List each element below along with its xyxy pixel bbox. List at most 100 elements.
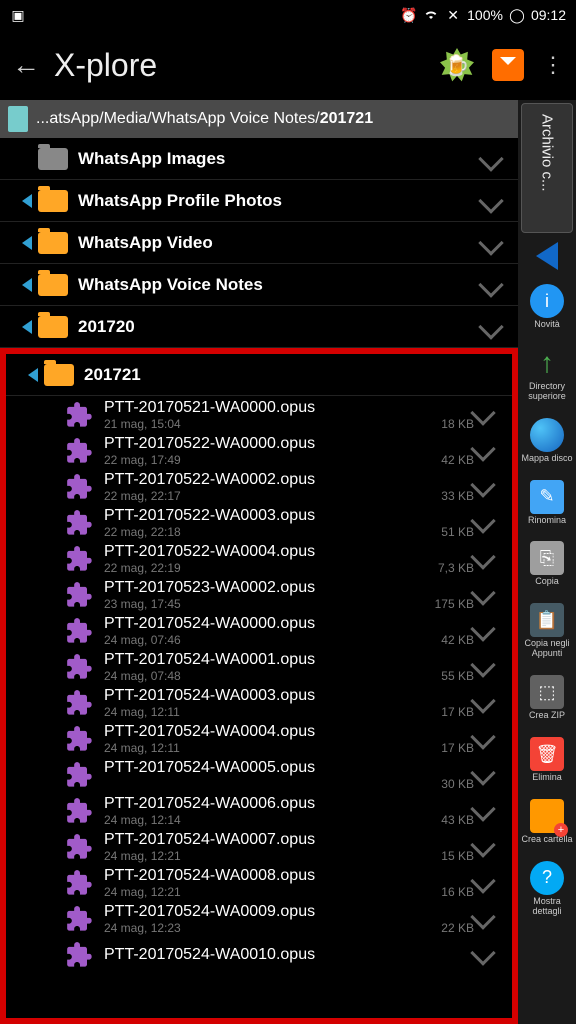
selection-highlight: 201721 PTT-20170521-WA0000.opus21 mag, 1… xyxy=(0,348,518,1024)
file-size: 16 KB xyxy=(441,885,474,899)
file-date: 22 mag, 22:18 xyxy=(104,525,181,539)
file-date: 24 mag, 12:11 xyxy=(104,741,180,755)
tool-label: Mostra dettagli xyxy=(520,897,574,917)
file-size: 22 KB xyxy=(441,921,474,935)
tree-expander-icon[interactable] xyxy=(22,320,32,334)
storage-icon xyxy=(8,106,28,132)
alarm-icon: ⏰ xyxy=(401,7,417,23)
file-size: 30 KB xyxy=(441,777,474,791)
file-row[interactable]: PTT-20170524-WA0006.opus24 mag, 12:1443 … xyxy=(6,792,512,828)
current-folder-row[interactable]: 201721 xyxy=(6,354,512,396)
file-row[interactable]: PTT-20170524-WA0003.opus24 mag, 12:1117 … xyxy=(6,684,512,720)
folder-name: WhatsApp Video xyxy=(78,233,482,253)
file-name: PTT-20170523-WA0002.opus xyxy=(104,579,504,597)
clock: 09:12 xyxy=(531,7,566,23)
file-size: 42 KB xyxy=(441,633,474,647)
tree-expander-icon[interactable] xyxy=(22,278,32,292)
file-name: PTT-20170524-WA0007.opus xyxy=(104,831,504,849)
tool-copia-negli-appunti[interactable]: 📋Copia negli Appunti xyxy=(518,595,576,667)
tool-novità[interactable]: iNovità xyxy=(518,276,576,338)
tree-expander-icon[interactable] xyxy=(22,236,32,250)
tool-crea-zip[interactable]: ⬚Crea ZIP xyxy=(518,667,576,729)
file-name: PTT-20170524-WA0010.opus xyxy=(104,946,504,964)
tool-icon: ? xyxy=(530,861,564,895)
tool-icon xyxy=(530,418,564,452)
file-date: 22 mag, 17:49 xyxy=(104,453,181,467)
tool-label: Directory superiore xyxy=(520,382,574,402)
breadcrumb-path: ...atsApp/Media/WhatsApp Voice Notes/ xyxy=(36,110,320,128)
file-size: 17 KB xyxy=(441,741,474,755)
file-row[interactable]: PTT-20170524-WA0007.opus24 mag, 12:2115 … xyxy=(6,828,512,864)
file-date: 23 mag, 17:45 xyxy=(104,597,181,611)
wifi-icon xyxy=(423,7,439,23)
tool-icon: ↑ xyxy=(530,346,564,380)
folder-row[interactable]: 201720 xyxy=(0,306,518,348)
tool-icon: 🗑 xyxy=(530,737,564,771)
file-row[interactable]: PTT-20170522-WA0000.opus22 mag, 17:4942 … xyxy=(6,432,512,468)
folder-row[interactable]: WhatsApp Images xyxy=(0,138,518,180)
tree-expander-icon[interactable] xyxy=(22,194,32,208)
file-row[interactable]: PTT-20170523-WA0002.opus23 mag, 17:45 175… xyxy=(6,576,512,612)
file-row[interactable]: PTT-20170522-WA0002.opus22 mag, 22:1733 … xyxy=(6,468,512,504)
tool-rinomina[interactable]: ✎Rinomina xyxy=(518,472,576,534)
tool-label: Mappa disco xyxy=(521,454,572,464)
tool-copia[interactable]: ⎘Copia xyxy=(518,533,576,595)
file-row[interactable]: PTT-20170524-WA0005.opus30 KB xyxy=(6,756,512,792)
folder-row[interactable]: WhatsApp Voice Notes xyxy=(0,264,518,306)
file-name: PTT-20170524-WA0009.opus xyxy=(104,903,504,921)
chevron-down-icon[interactable] xyxy=(478,146,503,171)
file-date: 24 mag, 12:21 xyxy=(104,849,181,863)
file-name: PTT-20170524-WA0000.opus xyxy=(104,615,504,633)
folder-name: WhatsApp Profile Photos xyxy=(78,191,482,211)
overflow-menu-icon[interactable]: ⋮ xyxy=(542,52,564,78)
folder-row[interactable]: WhatsApp Profile Photos xyxy=(0,180,518,222)
bookmark-icon[interactable] xyxy=(492,49,524,81)
file-row[interactable]: PTT-20170524-WA0004.opus24 mag, 12:1117 … xyxy=(6,720,512,756)
folder-name: 201721 xyxy=(84,365,504,385)
file-row[interactable]: PTT-20170524-WA0009.opus24 mag, 12:2322 … xyxy=(6,900,512,936)
file-date: 24 mag, 12:21 xyxy=(104,885,181,899)
tool-mappa-disco[interactable]: Mappa disco xyxy=(518,410,576,472)
tab-archive[interactable]: Archivio c... xyxy=(521,103,573,233)
pane-pointer-icon xyxy=(536,242,558,270)
tool-icon xyxy=(530,799,564,833)
battery-pct: 100% xyxy=(467,7,503,23)
file-name: PTT-20170521-WA0000.opus xyxy=(104,399,504,417)
no-signal-icon: ✕ xyxy=(445,7,461,23)
tool-label: Rinomina xyxy=(528,516,566,526)
file-size: 17 KB xyxy=(441,705,474,719)
file-row[interactable]: PTT-20170524-WA0008.opus24 mag, 12:2116 … xyxy=(6,864,512,900)
file-row[interactable]: PTT-20170524-WA0001.opus24 mag, 07:4855 … xyxy=(6,648,512,684)
chevron-down-icon[interactable] xyxy=(478,272,503,297)
tool-icon: ⎘ xyxy=(530,541,564,575)
tool-directory-superiore[interactable]: ↑Directory superiore xyxy=(518,338,576,410)
file-row[interactable]: PTT-20170522-WA0004.opus22 mag, 22:197,3… xyxy=(6,540,512,576)
file-date: 21 mag, 15:04 xyxy=(104,417,181,431)
file-row[interactable]: PTT-20170521-WA0000.opus21 mag, 15:0418 … xyxy=(6,396,512,432)
folder-icon xyxy=(38,274,68,296)
opus-file-icon xyxy=(66,905,94,933)
file-row[interactable]: PTT-20170524-WA0010.opus xyxy=(6,936,512,972)
opus-file-icon xyxy=(66,725,94,753)
tool-crea-cartella[interactable]: Crea cartella xyxy=(518,791,576,853)
folder-name: 201720 xyxy=(78,317,482,337)
folder-row[interactable]: WhatsApp Video xyxy=(0,222,518,264)
chevron-down-icon[interactable] xyxy=(478,188,503,213)
file-name: PTT-20170522-WA0003.opus xyxy=(104,507,504,525)
chevron-down-icon[interactable] xyxy=(478,314,503,339)
breadcrumb[interactable]: ...atsApp/Media/WhatsApp Voice Notes/201… xyxy=(0,100,518,138)
back-icon[interactable]: ← xyxy=(12,49,40,81)
file-size: 33 KB xyxy=(441,489,474,503)
tool-elimina[interactable]: 🗑Elimina xyxy=(518,729,576,791)
donate-icon[interactable]: 🍺 xyxy=(440,48,474,82)
chevron-down-icon[interactable] xyxy=(478,230,503,255)
file-row[interactable]: PTT-20170524-WA0000.opus24 mag, 07:4642 … xyxy=(6,612,512,648)
file-size: 175 KB xyxy=(435,597,474,611)
tool-mostra-dettagli[interactable]: ?Mostra dettagli xyxy=(518,853,576,925)
file-name: PTT-20170524-WA0006.opus xyxy=(104,795,504,813)
file-name: PTT-20170522-WA0004.opus xyxy=(104,543,504,561)
file-row[interactable]: PTT-20170522-WA0003.opus22 mag, 22:1851 … xyxy=(6,504,512,540)
file-name: PTT-20170524-WA0005.opus xyxy=(104,759,504,777)
tool-icon: i xyxy=(530,284,564,318)
tree-expander-icon[interactable] xyxy=(28,368,38,382)
